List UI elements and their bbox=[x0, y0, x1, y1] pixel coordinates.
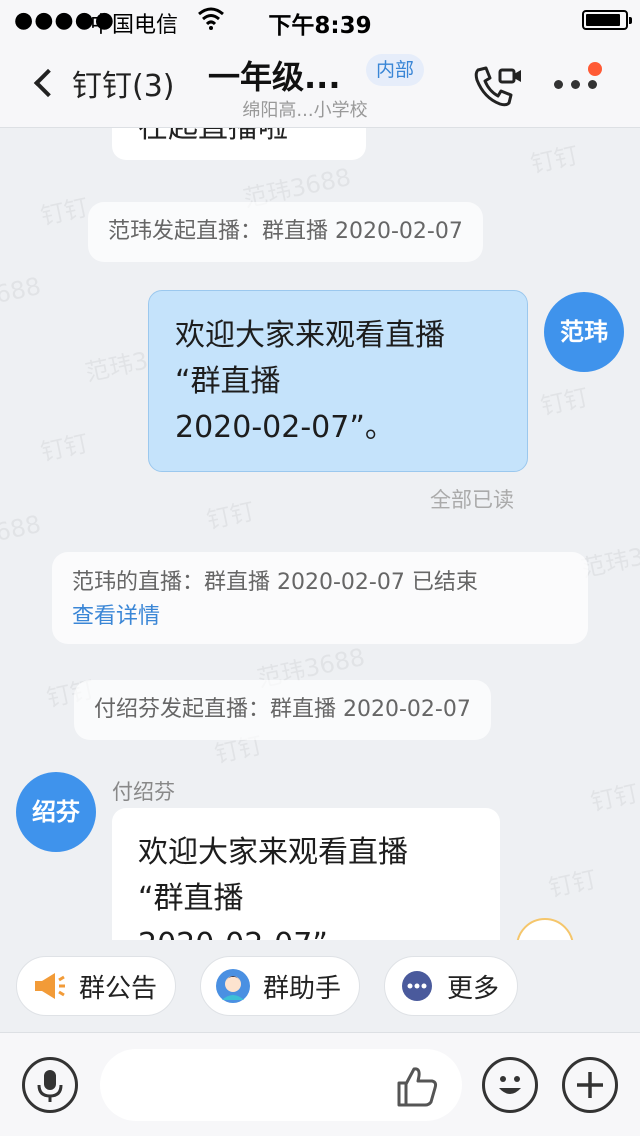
message-list[interactable]: 范玮3688 钉钉 钉钉 3688 范玮3688 钉钉 钉钉 3688 钉钉 范… bbox=[0, 128, 640, 940]
microphone-icon bbox=[37, 1070, 63, 1102]
chip-label: 群助手 bbox=[263, 973, 342, 1004]
plus-circle-icon bbox=[577, 1072, 603, 1098]
phone-video-icon[interactable] bbox=[472, 64, 524, 108]
watermark: 钉钉 bbox=[38, 429, 91, 467]
more-actions-button[interactable]: 更多 bbox=[384, 956, 519, 1016]
system-message: 范玮发起直播：群直播 2020-02-07 bbox=[88, 202, 483, 262]
group-assistant-button[interactable]: 群助手 bbox=[200, 956, 361, 1016]
emoji-button[interactable] bbox=[482, 1057, 538, 1113]
composer bbox=[0, 1032, 640, 1136]
watermark: 3688 bbox=[0, 509, 44, 551]
message-line: “群直播 bbox=[138, 881, 244, 916]
notification-dot bbox=[588, 62, 602, 76]
message-text: 在起直播啦 bbox=[138, 128, 288, 146]
message-bubble-partial[interactable]: 在起直播啦 bbox=[112, 128, 366, 160]
read-status[interactable]: 全部已读 bbox=[430, 484, 514, 514]
message-line: 2020-02-07” bbox=[138, 922, 474, 940]
smiley-icon bbox=[499, 1076, 521, 1094]
chip-label: 更多 bbox=[447, 973, 500, 1004]
watermark: 钉钉 bbox=[528, 141, 581, 179]
message-line: 欢迎大家来观看直播 bbox=[138, 835, 408, 870]
chevron-left-icon bbox=[33, 68, 63, 98]
sent-message-bubble[interactable]: 欢迎大家来观看直播 “群直播 2020-02-07”。 bbox=[148, 290, 528, 472]
message-line: 2020-02-07”。 bbox=[175, 410, 395, 445]
sender-name: 付绍芬 bbox=[112, 780, 175, 804]
avatar[interactable]: 绍芬 bbox=[16, 772, 96, 852]
add-attachment-button[interactable] bbox=[562, 1057, 618, 1113]
live-ended-card: 范玮的直播：群直播 2020-02-07 已结束 查看详情 bbox=[52, 552, 588, 644]
assistant-avatar-icon bbox=[216, 969, 250, 1003]
group-announcement-button[interactable]: 群公告 bbox=[16, 956, 177, 1016]
watermark: 钉钉 bbox=[546, 865, 599, 903]
live-ended-text: 范玮的直播：群直播 2020-02-07 已结束 bbox=[72, 570, 478, 595]
quick-action-bar: 群公告 群助手 更多 bbox=[0, 940, 640, 1032]
avatar[interactable]: 范玮 bbox=[544, 292, 624, 372]
chat-header: 钉钉(3) 一年级... 内部 绵阳高...小学校 bbox=[0, 40, 640, 128]
watermark: 钉钉 bbox=[588, 779, 640, 817]
watermark: 钉钉 bbox=[38, 193, 91, 231]
battery-icon bbox=[582, 10, 632, 30]
chip-label: 群公告 bbox=[79, 973, 158, 1004]
system-message: 付绍芬发起直播：群直播 2020-02-07 bbox=[74, 680, 491, 740]
watermark: 钉钉 bbox=[538, 383, 591, 421]
view-details-link[interactable]: 查看详情 bbox=[72, 600, 568, 634]
chat-subtitle: 绵阳高...小学校 bbox=[242, 100, 368, 121]
unread-badge[interactable] bbox=[516, 918, 574, 940]
more-options-button[interactable] bbox=[554, 62, 608, 106]
watermark: 钉钉 bbox=[204, 497, 257, 535]
thumbs-up-icon[interactable] bbox=[394, 1063, 440, 1109]
message-line: 欢迎大家来观看直播 bbox=[175, 318, 445, 353]
clock: 下午8:39 bbox=[268, 13, 372, 39]
message-line: “群直播 bbox=[175, 364, 281, 399]
received-message-bubble[interactable]: 欢迎大家来观看直播 “群直播 2020-02-07” bbox=[112, 808, 500, 940]
chat-title[interactable]: 一年级... bbox=[208, 52, 340, 98]
status-bar: ●●●●● 中国电信 下午8:39 bbox=[0, 0, 640, 40]
internal-badge: 内部 bbox=[366, 54, 425, 86]
ellipsis-circle-icon bbox=[402, 971, 432, 1001]
megaphone-icon bbox=[35, 973, 65, 999]
voice-button[interactable] bbox=[22, 1057, 78, 1113]
more-dots-icon bbox=[554, 80, 597, 89]
watermark: 3688 bbox=[0, 271, 44, 313]
